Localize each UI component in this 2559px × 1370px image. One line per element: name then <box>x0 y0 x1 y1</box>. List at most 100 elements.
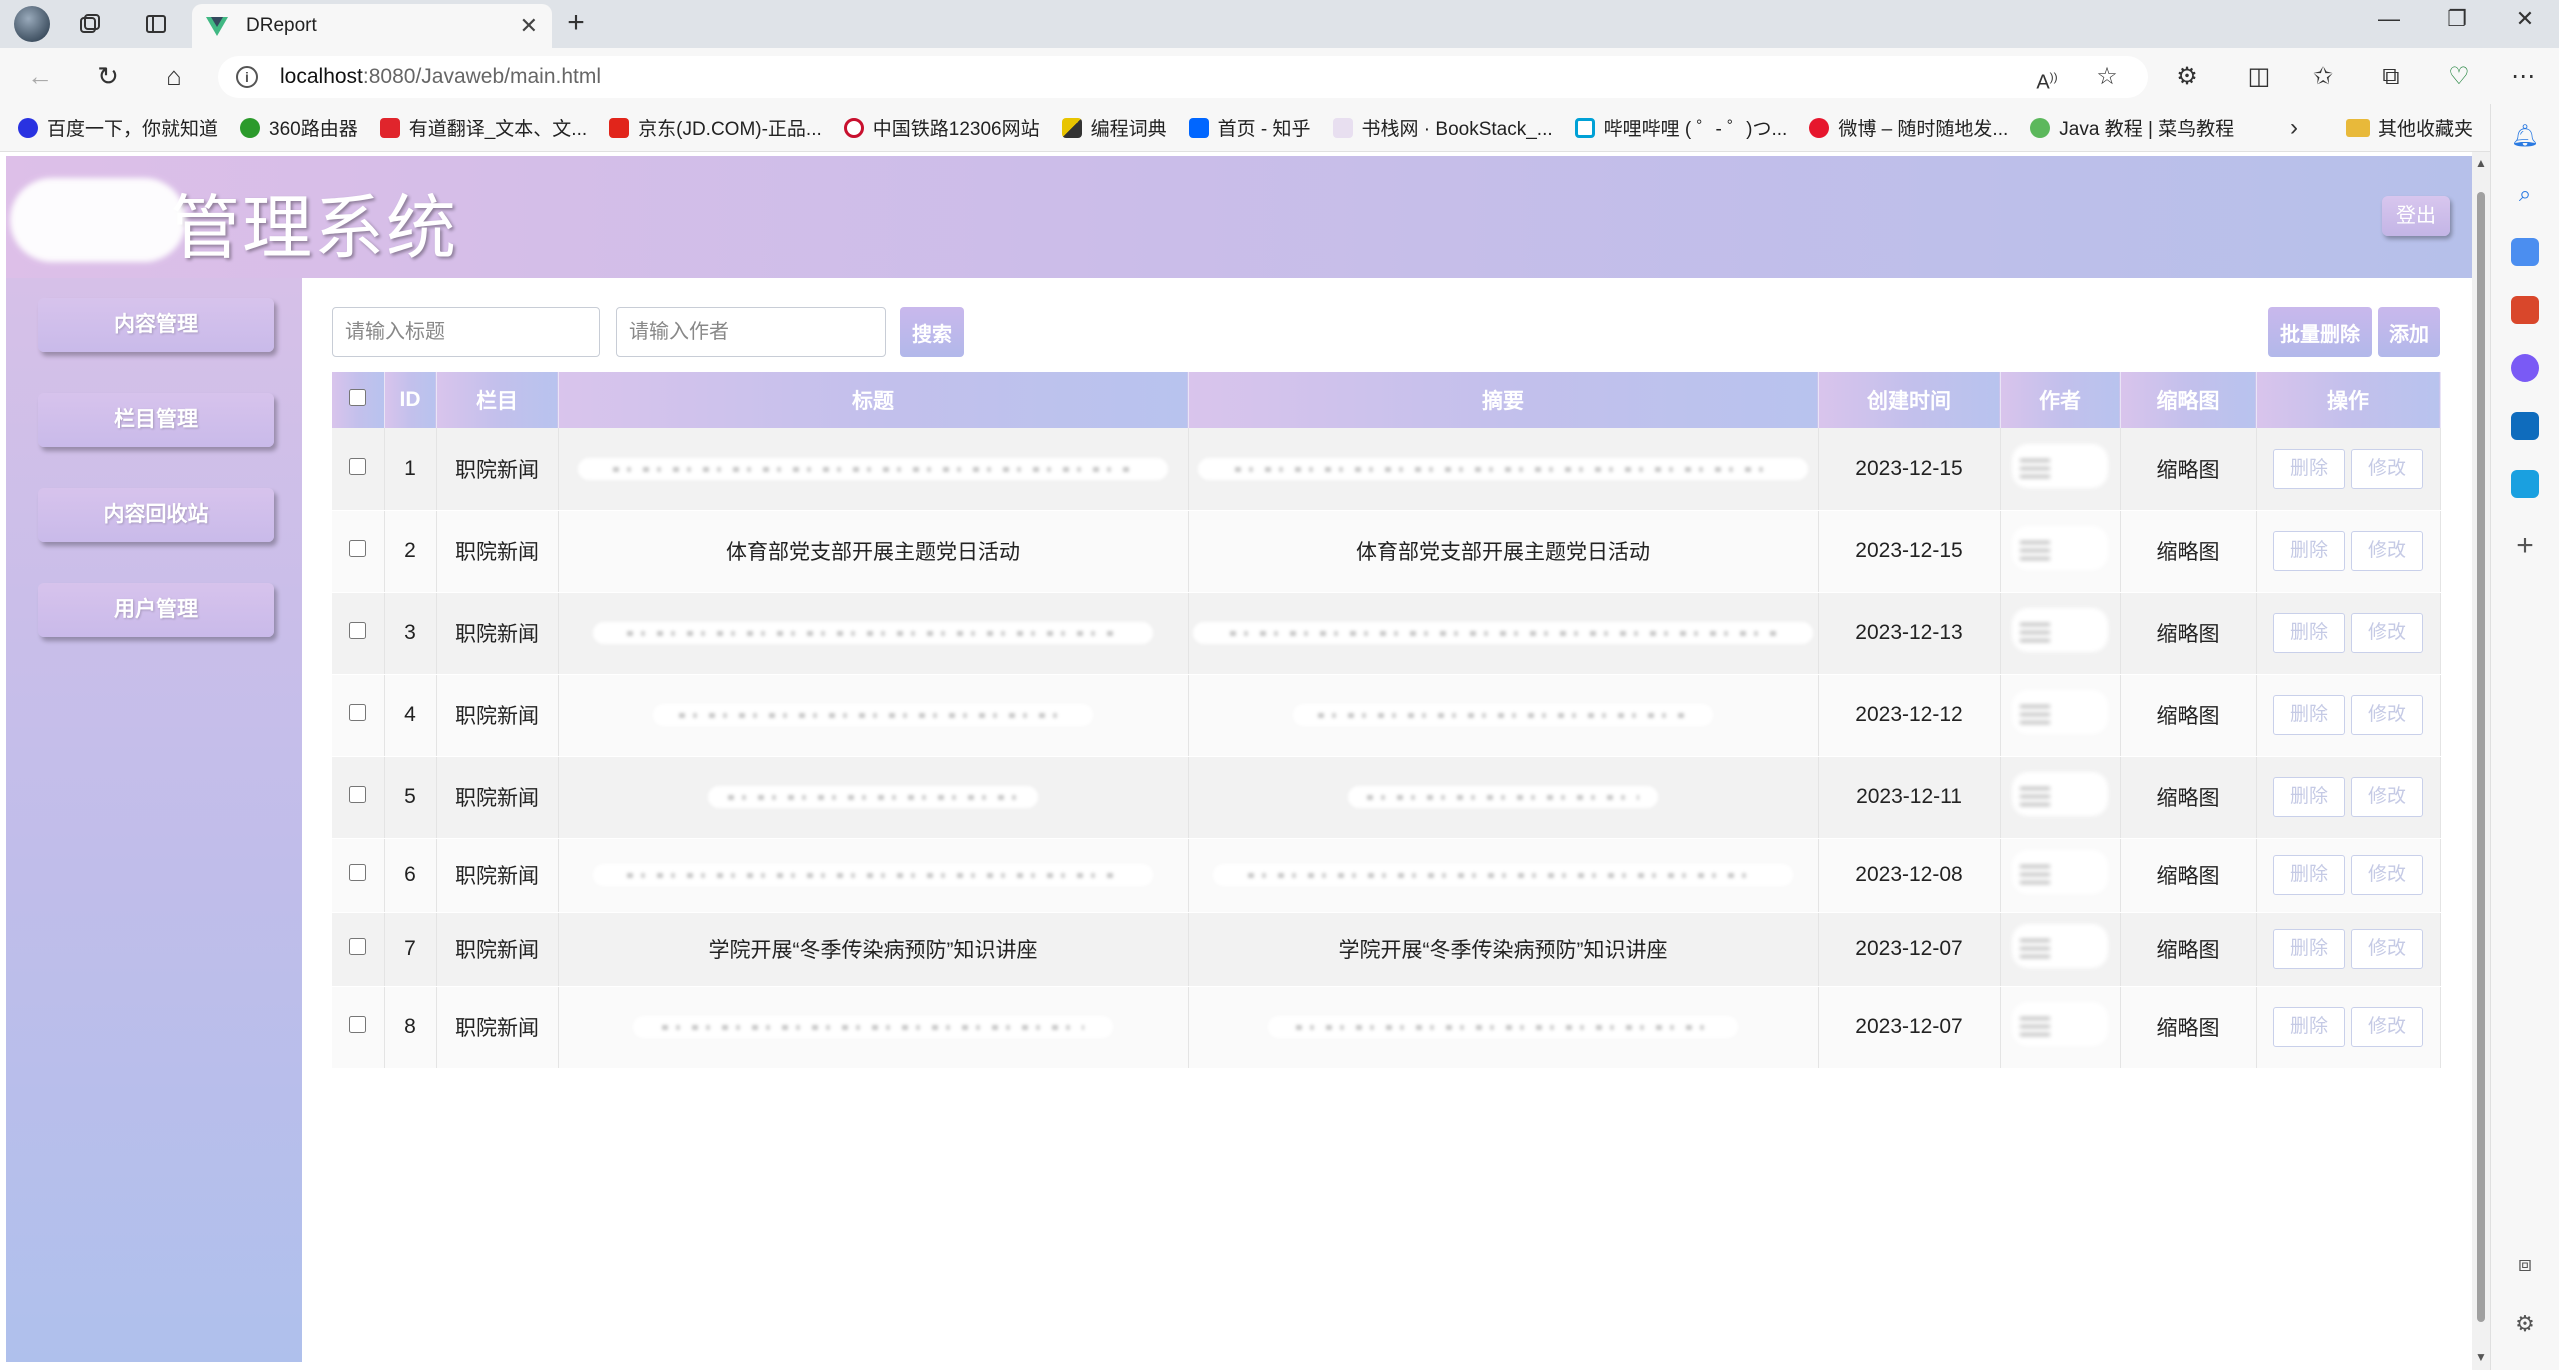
profile-avatar[interactable] <box>14 6 50 42</box>
edit-button[interactable]: 修改 <box>2351 1007 2423 1047</box>
title-search-input[interactable] <box>332 307 600 357</box>
split-screen-icon[interactable]: ◫ <box>2244 62 2274 92</box>
delete-button[interactable]: 删除 <box>2273 1007 2345 1047</box>
read-aloud-icon[interactable]: A)) <box>2032 62 2062 94</box>
bookmark-dictionary[interactable]: 编程词典 <box>1061 114 1167 141</box>
row-author <box>2000 674 2121 757</box>
row-checkbox[interactable] <box>349 457 367 475</box>
search-icon[interactable]: ⌕ <box>2511 180 2539 208</box>
bookmark-runoob[interactable]: Java 教程 | 菜鸟教程 <box>2030 114 2234 141</box>
redacted-text <box>1268 1016 1738 1039</box>
add-button[interactable]: 添加 <box>2378 307 2440 357</box>
bookmark-12306[interactable]: 中国铁路12306网站 <box>843 114 1040 141</box>
bookmark-baidu[interactable]: 百度一下，你就知道 <box>18 114 218 141</box>
row-thumbnail[interactable]: 缩略图 <box>2120 986 2257 1069</box>
outlook-icon[interactable] <box>2511 412 2539 440</box>
nav-recycle-bin[interactable]: 内容回收站 <box>38 488 274 542</box>
scroll-thumb[interactable] <box>2477 192 2485 1322</box>
notification-bell-icon[interactable]: 🔔︎ <box>2511 122 2539 150</box>
bookmark-youdao[interactable]: 有道翻译_文本、文... <box>379 114 587 141</box>
row-thumbnail[interactable]: 缩略图 <box>2120 510 2257 593</box>
minimize-icon[interactable]: — <box>2364 6 2414 32</box>
shopping-tag-icon[interactable] <box>2511 238 2539 266</box>
tools-briefcase-icon[interactable] <box>2511 296 2539 324</box>
favorites-icon[interactable]: ✩ <box>2308 62 2338 92</box>
send-icon[interactable] <box>2511 470 2539 498</box>
extensions-icon[interactable]: ⚙ <box>2172 62 2202 92</box>
add-icon[interactable]: + <box>2511 531 2539 561</box>
bookmark-jd[interactable]: 京东(JD.COM)-正品... <box>609 114 822 141</box>
nav-content-management[interactable]: 内容管理 <box>38 298 274 352</box>
delete-button[interactable]: 删除 <box>2273 777 2345 817</box>
address-bar[interactable]: i localhost:8080/Javaweb/main.html <box>218 56 2148 98</box>
search-button[interactable]: 搜索 <box>900 307 964 357</box>
split-window-icon[interactable]: ⧈ <box>2511 1250 2539 1278</box>
close-tab-icon[interactable]: ✕ <box>520 13 538 39</box>
edit-button[interactable]: 修改 <box>2351 613 2423 653</box>
browser-essentials-icon[interactable]: ♡ <box>2444 62 2474 92</box>
back-icon[interactable]: ← <box>24 60 56 92</box>
edit-button[interactable]: 修改 <box>2351 929 2423 969</box>
edit-button[interactable]: 修改 <box>2351 855 2423 895</box>
edit-button[interactable]: 修改 <box>2351 531 2423 571</box>
browser-tab[interactable]: DReport ✕ <box>192 4 552 48</box>
delete-button[interactable]: 删除 <box>2273 855 2345 895</box>
bookmark-weibo[interactable]: 微博 – 随时随地发... <box>1809 114 2008 141</box>
logout-button[interactable]: 登出 <box>2382 196 2450 236</box>
copilot-icon[interactable] <box>2511 354 2539 382</box>
new-tab-button[interactable]: + <box>560 8 592 40</box>
row-thumbnail[interactable]: 缩略图 <box>2120 592 2257 675</box>
row-checkbox[interactable] <box>349 786 367 803</box>
row-thumbnail[interactable]: 缩略图 <box>2120 428 2257 511</box>
bookmark-360-router[interactable]: 360路由器 <box>240 114 358 141</box>
redacted-text <box>1213 864 1793 887</box>
row-thumbnail[interactable]: 缩略图 <box>2120 674 2257 757</box>
refresh-icon[interactable]: ↻ <box>92 60 124 92</box>
edit-button[interactable]: 修改 <box>2351 448 2423 489</box>
bookmark-zhihu[interactable]: 首页 - 知乎 <box>1188 114 1311 141</box>
workspaces-icon[interactable] <box>74 8 106 40</box>
row-checkbox[interactable] <box>349 1016 367 1033</box>
author-search-input[interactable] <box>616 307 886 357</box>
scroll-up-icon[interactable]: ▲ <box>2475 156 2487 170</box>
chevron-right-icon[interactable]: › <box>2290 114 2298 142</box>
sidebar-settings-icon[interactable]: ⚙ <box>2511 1310 2539 1338</box>
site-info-icon[interactable]: i <box>236 66 258 88</box>
bookmark-bilibili[interactable]: 哔哩哔哩 ( ゜- ゜)つ... <box>1574 114 1787 141</box>
scroll-down-icon[interactable]: ▼ <box>2475 1350 2487 1364</box>
tab-actions-icon[interactable] <box>140 8 172 40</box>
nav-column-management[interactable]: 栏目管理 <box>38 393 274 447</box>
row-author <box>2000 592 2121 675</box>
other-bookmarks-folder[interactable]: 其他收藏夹 <box>2346 114 2473 141</box>
restore-icon[interactable]: ❐ <box>2432 6 2482 32</box>
batch-delete-button[interactable]: 批量删除 <box>2268 307 2372 357</box>
row-thumbnail[interactable]: 缩略图 <box>2120 838 2257 913</box>
row-thumbnail[interactable]: 缩略图 <box>2120 756 2257 839</box>
row-thumbnail[interactable]: 缩略图 <box>2120 912 2257 987</box>
home-icon[interactable]: ⌂ <box>158 60 190 92</box>
edit-button[interactable]: 修改 <box>2351 777 2423 817</box>
delete-button[interactable]: 删除 <box>2273 929 2345 969</box>
delete-button[interactable]: 删除 <box>2273 448 2345 489</box>
row-title <box>558 838 1189 913</box>
bookmark-label: 书栈网 · BookStack_... <box>1361 119 1553 140</box>
row-checkbox[interactable] <box>349 540 367 557</box>
edit-button[interactable]: 修改 <box>2351 695 2423 735</box>
collections-icon[interactable]: ⧉ <box>2376 62 2406 92</box>
row-checkbox[interactable] <box>349 864 367 881</box>
row-checkbox[interactable] <box>349 704 367 721</box>
delete-button[interactable]: 删除 <box>2273 613 2345 653</box>
delete-button[interactable]: 删除 <box>2273 695 2345 735</box>
table-row: 2 职院新闻 体育部党支部开展主题党日活动 体育部党支部开展主题党日活动 2023-12… <box>332 510 2441 593</box>
window-close-icon[interactable]: ✕ <box>2500 6 2550 32</box>
page-scrollbar[interactable]: ▲ ▼ <box>2472 152 2490 1370</box>
delete-button[interactable]: 删除 <box>2273 531 2345 571</box>
nav-user-management[interactable]: 用户管理 <box>38 583 274 637</box>
select-all-checkbox[interactable] <box>349 389 367 406</box>
settings-more-icon[interactable]: ⋯ <box>2508 62 2538 92</box>
row-checkbox[interactable] <box>349 938 367 955</box>
favorite-star-icon[interactable]: ☆ <box>2092 62 2122 92</box>
url-path: :8080/Javaweb/main.html <box>362 65 602 88</box>
bookmark-bookstack[interactable]: 书栈网 · BookStack_... <box>1332 114 1553 141</box>
row-checkbox[interactable] <box>349 622 367 639</box>
